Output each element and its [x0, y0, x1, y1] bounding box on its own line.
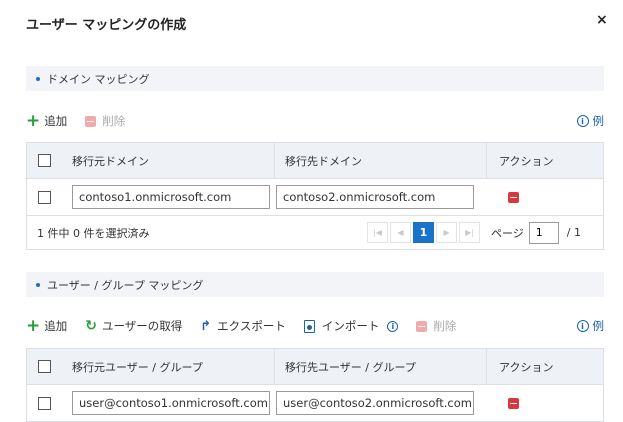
- delete-label: 削除: [433, 319, 457, 333]
- column-header-source: 移行元ドメイン: [72, 154, 149, 168]
- domain-mapping-section-header: ドメイン マッピング: [26, 66, 604, 91]
- share-arrow-icon: ↱: [200, 318, 212, 334]
- info-icon: i: [576, 320, 589, 332]
- add-label: 追加: [44, 319, 68, 333]
- user-group-mapping-section-header: ユーザー / グループ マッピング: [26, 272, 604, 297]
- bullet-icon: [36, 282, 40, 287]
- plus-icon: +: [26, 315, 41, 336]
- plus-icon: +: [26, 110, 41, 131]
- user-mapping-table: 移行元ユーザー / グループ 移行先ユーザー / グループ アクション: [26, 348, 604, 422]
- selection-count: 1 件中 0 件を選択済み: [37, 226, 150, 240]
- refresh-icon: ↻: [85, 318, 97, 334]
- delete-row-icon[interactable]: [508, 397, 519, 409]
- add-domain-button[interactable]: + 追加: [26, 110, 68, 131]
- section-title: ドメイン マッピング: [47, 72, 150, 86]
- delete-label: 削除: [102, 114, 126, 128]
- minus-icon: [416, 320, 428, 332]
- table-header: 移行元ユーザー / グループ 移行先ユーザー / グループ アクション: [27, 349, 603, 385]
- import-label: インポート: [321, 319, 380, 333]
- domain-example-link[interactable]: i 例: [576, 113, 605, 129]
- column-header-target: 移行先ドメイン: [274, 143, 486, 178]
- row-checkbox[interactable]: [38, 396, 51, 410]
- page-label: ページ: [491, 226, 524, 240]
- target-domain-input[interactable]: [276, 185, 474, 209]
- delete-row-icon[interactable]: [508, 191, 519, 203]
- row-checkbox[interactable]: [38, 190, 51, 204]
- add-user-button[interactable]: + 追加: [26, 315, 68, 336]
- select-all-checkbox[interactable]: [38, 154, 51, 167]
- delete-user-button[interactable]: 削除: [416, 318, 456, 334]
- page-number-button[interactable]: 1: [413, 222, 434, 243]
- first-page-icon[interactable]: |◀: [367, 222, 388, 243]
- info-icon: i: [576, 115, 589, 127]
- table-row: [27, 385, 603, 421]
- pagination-nav: |◀ ◀ 1 ▶ ▶| ページ / 1: [367, 221, 581, 244]
- page-total: / 1: [566, 226, 581, 239]
- table-header: 移行元ドメイン 移行先ドメイン アクション: [27, 143, 603, 179]
- import-file-icon: [303, 319, 315, 333]
- export-label: エクスポート: [217, 319, 286, 333]
- page-input[interactable]: [528, 221, 559, 244]
- example-label: 例: [592, 114, 605, 128]
- domain-mapping-table: 移行元ドメイン 移行先ドメイン アクション 1 件中 0 件を選択済み |◀ ◀…: [26, 142, 604, 250]
- user-example-link[interactable]: i 例: [576, 318, 605, 334]
- table-row: [27, 179, 603, 215]
- pagination-bar: 1 件中 0 件を選択済み |◀ ◀ 1 ▶ ▶| ページ / 1: [27, 215, 603, 249]
- retrieve-users-button[interactable]: ↻ ユーザーの取得: [85, 318, 182, 334]
- dialog-title: ユーザー マッピングの作成: [26, 18, 187, 33]
- bullet-icon: [36, 76, 40, 81]
- source-user-input[interactable]: [72, 391, 270, 415]
- example-label: 例: [592, 319, 605, 333]
- import-button[interactable]: インポート: [303, 318, 380, 334]
- user-toolbar: + 追加 ↻ ユーザーの取得 ↱ エクスポート インポート i 削除 i 例: [26, 316, 604, 336]
- add-label: 追加: [44, 114, 68, 128]
- target-user-input[interactable]: [276, 391, 474, 415]
- import-info-icon[interactable]: i: [387, 320, 399, 332]
- export-button[interactable]: ↱ エクスポート: [200, 318, 286, 334]
- minus-icon: [85, 115, 97, 127]
- close-icon[interactable]: ×: [596, 12, 608, 28]
- prev-page-icon[interactable]: ◀: [390, 222, 411, 243]
- select-all-checkbox[interactable]: [38, 360, 51, 373]
- source-domain-input[interactable]: [72, 185, 270, 209]
- section-title: ユーザー / グループ マッピング: [47, 278, 204, 292]
- column-header-target: 移行先ユーザー / グループ: [274, 349, 486, 384]
- column-header-action: アクション: [486, 143, 603, 178]
- domain-toolbar: + 追加 削除 i 例: [26, 111, 604, 131]
- delete-domain-button[interactable]: 削除: [85, 113, 125, 129]
- column-header-source: 移行元ユーザー / グループ: [72, 360, 203, 374]
- column-header-action: アクション: [486, 349, 603, 384]
- next-page-icon[interactable]: ▶: [436, 222, 457, 243]
- last-page-icon[interactable]: ▶|: [459, 222, 480, 243]
- retrieve-label: ユーザーの取得: [101, 319, 183, 333]
